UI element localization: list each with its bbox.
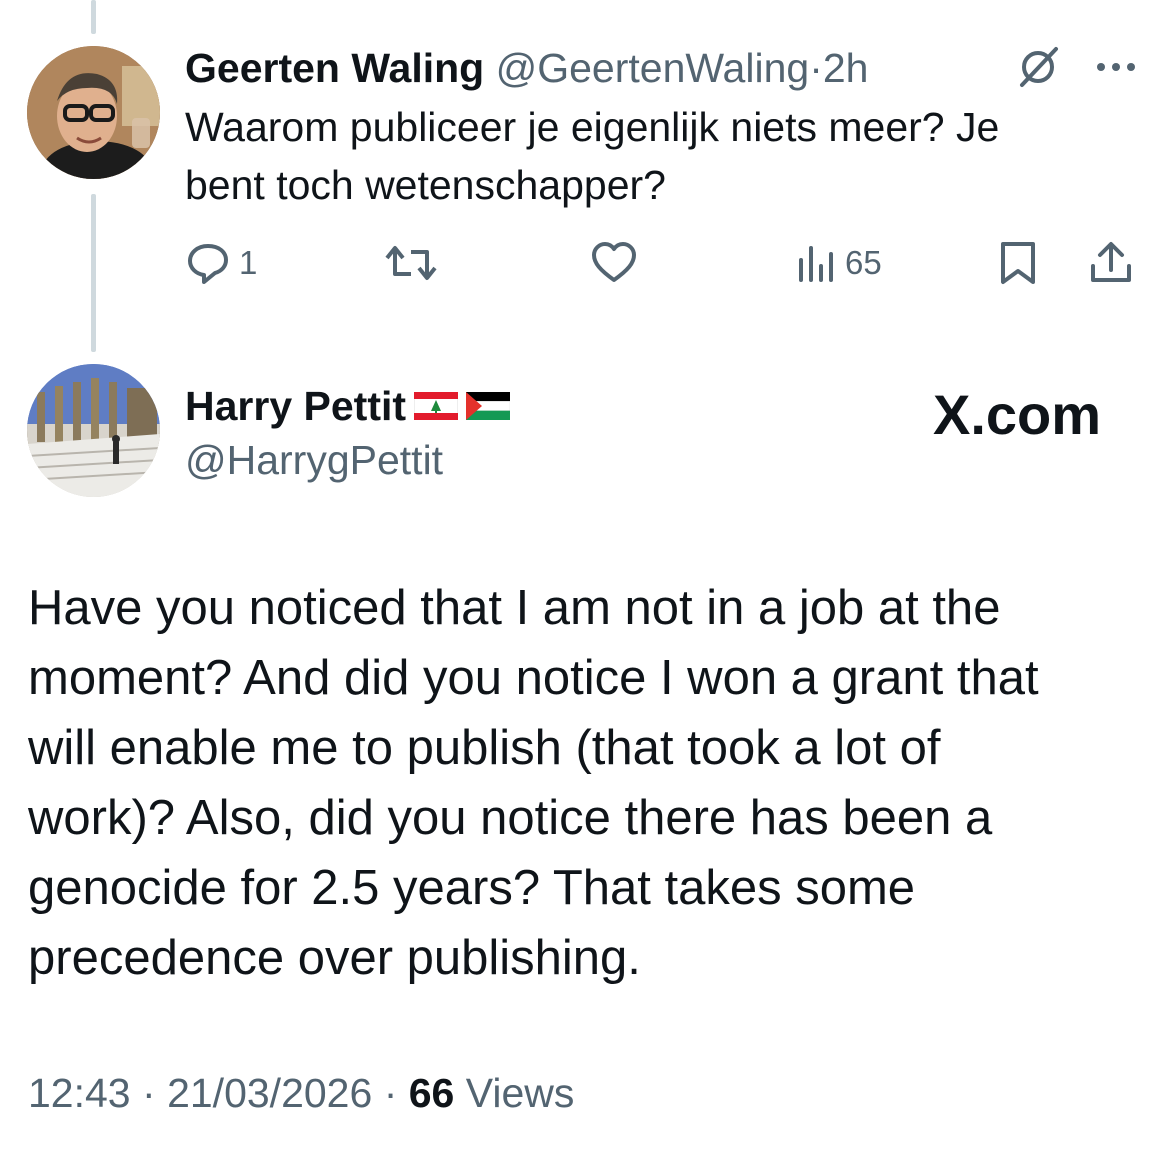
like-button[interactable] [590, 238, 638, 288]
meta-time[interactable]: 12:43 [28, 1070, 131, 1116]
main-author-row: Harry Pettit [185, 378, 511, 434]
reply-text-line: Waarom publiceer je eigenlijk niets meer… [185, 104, 1000, 150]
reply-text: Waarom publiceer je eigenlijk niets meer… [185, 98, 1115, 214]
tweet-page: Geerten Waling @GeertenWaling·2h Waarom … [0, 0, 1170, 1150]
share-icon [1091, 242, 1131, 282]
lebanon-flag-icon [414, 392, 459, 420]
thread-line [91, 194, 96, 352]
main-text-line: precedence over publishing. [28, 931, 641, 985]
reply-text-line: bent toch wetenschapper? [185, 162, 666, 208]
bookmark-icon [1001, 242, 1035, 284]
meta-separator: · [142, 1070, 156, 1116]
reply-author-name[interactable]: Geerten Waling [185, 45, 484, 91]
x-watermark: X.com [933, 383, 1102, 446]
main-text-line: work)? Also, did you notice there has be… [28, 791, 993, 845]
more-icon[interactable] [1094, 56, 1138, 78]
main-author-handle[interactable]: @HarrygPettit [185, 432, 443, 488]
reply-author-handle[interactable]: @GeertenWaling [496, 45, 810, 91]
main-author-name[interactable]: Harry Pettit [185, 383, 406, 430]
thread-line [91, 0, 96, 34]
main-text-line: moment? And did you notice I won a grant… [28, 651, 1039, 705]
share-button[interactable] [1088, 238, 1134, 288]
main-text-line: genocide for 2.5 years? That takes some [28, 861, 916, 915]
main-text-line: Have you noticed that I am not in a job … [28, 581, 1001, 635]
reply-header: Geerten Waling @GeertenWaling·2h [185, 38, 868, 98]
tweet-meta: 12:43 · 21/03/2026 · 66 Views [28, 1065, 574, 1121]
avatar-geerten[interactable] [27, 46, 160, 179]
bookmark-button[interactable] [997, 238, 1039, 288]
avatar-image [27, 364, 160, 497]
views-icon [799, 246, 833, 282]
header-separator: · [809, 45, 823, 91]
palestine-flag-icon [466, 392, 511, 420]
main-text-line: will enable me to publish (that took a l… [28, 721, 941, 775]
views-button[interactable]: 65 [795, 238, 882, 288]
meta-separator: · [383, 1070, 398, 1116]
reply-icon [188, 244, 228, 284]
like-icon [592, 242, 636, 282]
reply-count: 1 [239, 244, 258, 281]
grok-icon[interactable] [1015, 44, 1061, 90]
main-tweet-text: Have you noticed that I am not in a job … [28, 573, 1138, 993]
avatar-image [27, 46, 160, 179]
meta-date[interactable]: 21/03/2026 [167, 1070, 372, 1116]
retweet-icon [385, 246, 437, 280]
meta-views-label: Views [465, 1070, 575, 1116]
views-count: 65 [845, 244, 882, 281]
meta-views-count[interactable]: 66 [409, 1070, 455, 1116]
reply-button[interactable]: 1 [185, 238, 257, 288]
retweet-button[interactable] [383, 238, 439, 288]
avatar-harry[interactable] [27, 364, 160, 497]
reply-timestamp[interactable]: 2h [823, 45, 869, 91]
